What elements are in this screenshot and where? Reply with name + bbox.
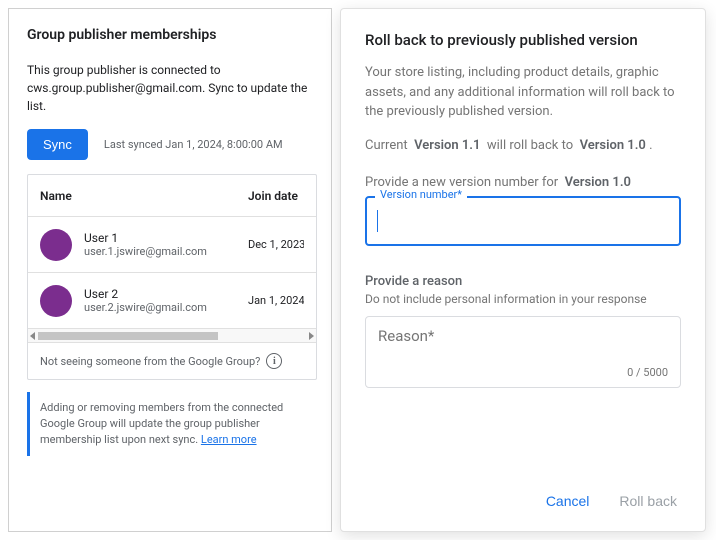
rollback-dialog: Roll back to previously published versio… bbox=[340, 8, 706, 532]
table-header: Name Join date bbox=[28, 175, 316, 217]
current-label: Current bbox=[365, 138, 408, 153]
version-number-field-wrap: Version number* bbox=[365, 196, 681, 246]
scroll-thumb[interactable] bbox=[38, 332, 218, 340]
column-join-date: Join date bbox=[248, 189, 304, 203]
panel-title: Group publisher memberships bbox=[27, 27, 317, 43]
group-publisher-panel: Group publisher memberships This group p… bbox=[8, 8, 332, 532]
table-row: User 2 user.2.jswire@gmail.com Jan 1, 20… bbox=[28, 273, 316, 329]
join-date: Dec 1, 2023 bbox=[248, 238, 304, 251]
user-email: user.1.jswire@gmail.com bbox=[84, 245, 248, 258]
dialog-title: Roll back to previously published versio… bbox=[365, 31, 681, 49]
text-caret-icon bbox=[377, 210, 378, 232]
dialog-actions: Cancel Roll back bbox=[365, 477, 681, 515]
avatar bbox=[40, 285, 72, 317]
panel-description: This group publisher is connected to cws… bbox=[27, 61, 317, 115]
table-row: User 1 user.1.jswire@gmail.com Dec 1, 20… bbox=[28, 217, 316, 273]
user-info: User 2 user.2.jswire@gmail.com bbox=[84, 287, 248, 314]
rollback-button[interactable]: Roll back bbox=[615, 487, 681, 515]
user-name: User 2 bbox=[84, 287, 248, 301]
user-name: User 1 bbox=[84, 231, 248, 245]
info-icon[interactable]: i bbox=[266, 353, 282, 369]
will-rollback-label: will roll back to bbox=[487, 138, 573, 153]
scroll-left-arrow-icon[interactable] bbox=[30, 332, 35, 340]
user-info: User 1 user.1.jswire@gmail.com bbox=[84, 231, 248, 258]
period: . bbox=[649, 138, 652, 153]
version-number-label: Version number* bbox=[375, 188, 467, 201]
join-date: Jan 1, 2024 bbox=[248, 294, 304, 307]
dialog-description: Your store listing, including product de… bbox=[365, 63, 681, 122]
provide-version-for: Version 1.0 bbox=[565, 175, 631, 190]
avatar bbox=[40, 229, 72, 261]
learn-more-link[interactable]: Learn more bbox=[201, 433, 257, 446]
user-email: user.2.jswire@gmail.com bbox=[84, 301, 248, 314]
version-number-input[interactable] bbox=[365, 196, 681, 246]
current-version: Version 1.1 bbox=[414, 138, 480, 153]
horizontal-scrollbar[interactable] bbox=[28, 329, 316, 343]
reason-placeholder: Reason* bbox=[378, 327, 668, 345]
not-seeing-text: Not seeing someone from the Google Group… bbox=[40, 355, 260, 368]
character-count: 0 / 5000 bbox=[627, 366, 668, 379]
version-summary: Current Version 1.1 will roll back to Ve… bbox=[365, 138, 681, 153]
reason-subtext: Do not include personal information in y… bbox=[365, 292, 681, 306]
reason-heading: Provide a reason bbox=[365, 274, 681, 289]
sync-button[interactable]: Sync bbox=[27, 129, 88, 160]
sync-row: Sync Last synced Jan 1, 2024, 8:00:00 AM bbox=[27, 129, 317, 160]
target-version: Version 1.0 bbox=[580, 138, 646, 153]
cancel-button[interactable]: Cancel bbox=[542, 487, 594, 515]
not-seeing-row: Not seeing someone from the Google Group… bbox=[28, 343, 316, 379]
members-table: Name Join date User 1 user.1.jswire@gmai… bbox=[27, 174, 317, 380]
column-name: Name bbox=[40, 189, 248, 203]
last-synced-text: Last synced Jan 1, 2024, 8:00:00 AM bbox=[104, 138, 283, 151]
reason-textarea[interactable]: Reason* 0 / 5000 bbox=[365, 316, 681, 388]
scroll-right-arrow-icon[interactable] bbox=[309, 332, 314, 340]
info-note: Adding or removing members from the conn… bbox=[27, 392, 317, 456]
